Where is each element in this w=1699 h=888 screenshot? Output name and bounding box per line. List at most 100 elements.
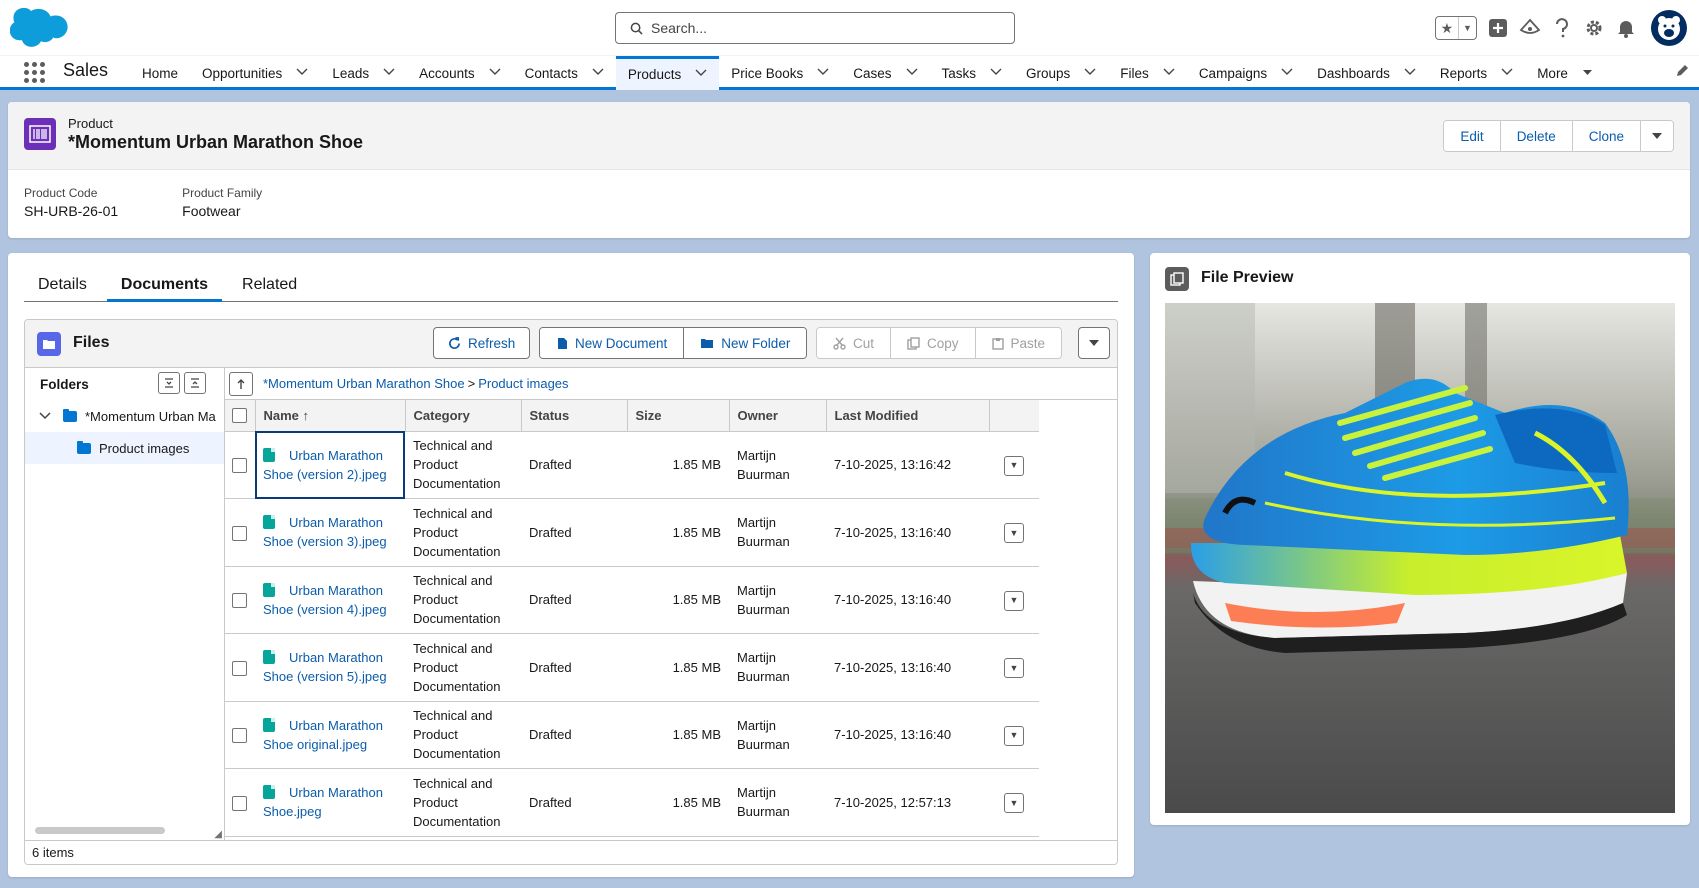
breadcrumb-root-link[interactable]: *Momentum Urban Marathon Shoe [263, 376, 465, 391]
tree-item-product-images[interactable]: Product images [25, 432, 224, 464]
row-checkbox[interactable] [232, 728, 247, 744]
nav-item-tasks[interactable]: Tasks [930, 56, 1015, 90]
nav-item-price-books[interactable]: Price Books [719, 56, 841, 90]
edit-nav-pencil-icon[interactable] [1675, 64, 1689, 81]
select-all-checkbox[interactable] [232, 408, 247, 424]
nav-item-home[interactable]: Home [130, 56, 190, 90]
cut-button[interactable]: Cut [817, 328, 892, 358]
tab-documents[interactable]: Documents [106, 267, 223, 302]
table-row[interactable]: Urban Marathon Shoe (version 2).jpeg Tech… [225, 431, 1039, 499]
row-actions-chevron-icon[interactable]: ▼ [1004, 523, 1024, 543]
trailhead-icon[interactable] [1519, 17, 1541, 39]
chevron-down-icon[interactable] [1163, 68, 1175, 79]
row-checkbox[interactable] [232, 593, 247, 609]
table-row[interactable]: Urban Marathon Shoe (version 5).jpeg Tech… [225, 633, 1039, 702]
global-add-icon[interactable] [1487, 17, 1509, 39]
chevron-down-icon[interactable] [1084, 68, 1096, 79]
new-folder-button[interactable]: New Folder [684, 328, 807, 358]
file-name-link[interactable]: Urban Marathon Shoe (version 3).jpeg [263, 515, 387, 549]
favorites-menu-chevron-icon[interactable]: ▼ [1459, 17, 1476, 39]
paste-button[interactable]: Paste [975, 328, 1062, 358]
favorites-star-icon[interactable]: ★ [1436, 17, 1459, 39]
row-actions-chevron-icon[interactable]: ▼ [1004, 455, 1024, 476]
file-name-link[interactable]: Urban Marathon Shoe (version 2).jpeg [263, 448, 387, 482]
pane-resize-handle-icon[interactable]: ◢ [214, 829, 222, 840]
salesforce-logo[interactable] [10, 8, 70, 50]
file-name-cell[interactable]: Urban Marathon Shoe (version 2).jpeg [255, 431, 405, 499]
setup-gear-icon[interactable] [1583, 17, 1605, 39]
file-name-cell[interactable]: Urban Marathon Shoe (version 4).jpeg [255, 566, 405, 634]
row-actions-chevron-icon[interactable]: ▼ [1004, 793, 1024, 813]
folder-up-icon[interactable] [229, 371, 253, 396]
favorites-button-group[interactable]: ★ ▼ [1435, 16, 1477, 40]
chevron-down-icon[interactable] [489, 68, 501, 79]
chevron-down-icon[interactable] [1582, 68, 1593, 79]
breadcrumb-current-link[interactable]: Product images [478, 376, 568, 391]
column-header-status[interactable]: Status [521, 400, 628, 432]
row-checkbox[interactable] [232, 525, 247, 541]
table-row[interactable]: Urban Marathon Shoe (version 3).jpeg Tech… [225, 498, 1039, 567]
tab-details[interactable]: Details [24, 267, 101, 302]
chevron-down-icon[interactable] [990, 68, 1002, 79]
file-name-link[interactable]: Urban Marathon Shoe (version 4).jpeg [263, 583, 387, 617]
nav-item-products[interactable]: Products [615, 56, 720, 90]
row-actions-chevron-icon[interactable]: ▼ [1004, 590, 1024, 611]
chevron-down-icon[interactable] [906, 68, 918, 79]
nav-item-contacts[interactable]: Contacts [513, 56, 616, 90]
notifications-bell-icon[interactable] [1615, 17, 1637, 39]
tab-related[interactable]: Related [228, 267, 311, 302]
chevron-down-icon[interactable] [1281, 68, 1293, 79]
horizontal-scrollbar[interactable] [35, 827, 165, 834]
help-icon[interactable] [1551, 17, 1573, 39]
file-name-cell[interactable]: Urban Marathon Shoe.jpeg [255, 768, 405, 837]
row-checkbox[interactable] [232, 660, 247, 676]
column-header-owner[interactable]: Owner [729, 400, 827, 432]
chevron-down-icon[interactable] [1404, 68, 1416, 79]
chevron-down-icon[interactable] [695, 69, 707, 80]
nav-item-cases[interactable]: Cases [841, 56, 929, 90]
row-actions-chevron-icon[interactable]: ▼ [1004, 725, 1024, 746]
copy-button[interactable]: Copy [891, 328, 976, 358]
nav-item-dashboards[interactable]: Dashboards [1305, 56, 1428, 90]
nav-item-accounts[interactable]: Accounts [407, 56, 513, 90]
row-checkbox[interactable] [232, 795, 247, 811]
column-header-category[interactable]: Category [405, 400, 522, 432]
chevron-down-icon[interactable] [39, 412, 51, 420]
collapse-all-icon[interactable] [158, 372, 180, 394]
chevron-down-icon[interactable] [296, 68, 308, 79]
row-actions-chevron-icon[interactable]: ▼ [1004, 658, 1024, 678]
file-name-link[interactable]: Urban Marathon Shoe (version 5).jpeg [263, 650, 387, 684]
column-header-size[interactable]: Size [627, 400, 730, 432]
chevron-down-icon[interactable] [592, 68, 604, 79]
chevron-down-icon[interactable] [383, 68, 395, 79]
user-avatar[interactable] [1651, 10, 1687, 46]
nav-item-files[interactable]: Files [1108, 56, 1187, 90]
nav-item-more[interactable]: More [1525, 56, 1605, 90]
table-row[interactable]: Urban Marathon Shoe.jpeg Technical and Pr… [225, 768, 1039, 837]
table-row[interactable]: Urban Marathon Shoe original.jpeg Technic… [225, 701, 1039, 769]
file-name-link[interactable]: Urban Marathon Shoe.jpeg [263, 785, 383, 819]
chevron-down-icon[interactable] [1501, 68, 1513, 79]
nav-item-reports[interactable]: Reports [1428, 56, 1525, 90]
app-launcher-icon[interactable] [24, 62, 46, 84]
delete-button[interactable]: Delete [1500, 121, 1573, 151]
file-name-cell[interactable]: Urban Marathon Shoe original.jpeg [255, 701, 405, 769]
new-document-button[interactable]: New Document [540, 328, 685, 358]
nav-item-leads[interactable]: Leads [320, 56, 407, 90]
table-row[interactable]: Urban Marathon Shoe (version 4).jpeg Tech… [225, 566, 1039, 634]
file-name-cell[interactable]: Urban Marathon Shoe (version 5).jpeg [255, 633, 405, 702]
nav-item-opportunities[interactable]: Opportunities [190, 56, 320, 90]
clone-button[interactable]: Clone [1572, 121, 1641, 151]
chevron-down-icon[interactable] [817, 68, 829, 79]
expand-all-icon[interactable] [184, 372, 206, 394]
column-header-last-modified[interactable]: Last Modified [826, 400, 990, 432]
file-name-link[interactable]: Urban Marathon Shoe original.jpeg [263, 718, 383, 752]
file-name-cell[interactable]: Urban Marathon Shoe (version 3).jpeg [255, 498, 405, 567]
files-more-actions-chevron-icon[interactable] [1078, 327, 1110, 359]
row-checkbox[interactable] [232, 458, 247, 474]
edit-button[interactable]: Edit [1444, 121, 1501, 151]
refresh-button[interactable]: Refresh [433, 327, 531, 359]
nav-item-campaigns[interactable]: Campaigns [1187, 56, 1305, 90]
global-search-input[interactable]: Search... [615, 12, 1015, 44]
nav-item-groups[interactable]: Groups [1014, 56, 1108, 90]
